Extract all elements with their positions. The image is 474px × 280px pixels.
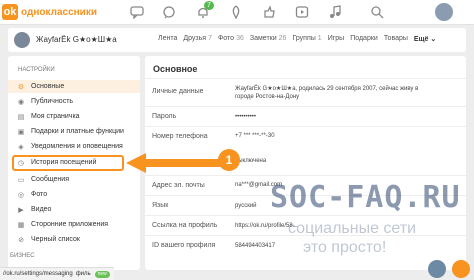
- bottom-action-button[interactable]: [452, 260, 470, 278]
- watermark-site: SOC-FAQ.RU: [270, 180, 461, 215]
- new-badge: new: [94, 270, 110, 278]
- watermark-tagline-1: социальные сети: [288, 220, 417, 237]
- status-fragment: филь: [75, 271, 91, 277]
- step-number-badge: 1: [218, 149, 240, 171]
- browser-status-bar: //ok.ru/settings/messaging филь new: [0, 267, 114, 280]
- watermark-tagline-2: это просто!: [303, 239, 387, 256]
- status-url: //ok.ru/settings/messaging: [3, 271, 73, 277]
- bottom-avatar[interactable]: [428, 260, 446, 278]
